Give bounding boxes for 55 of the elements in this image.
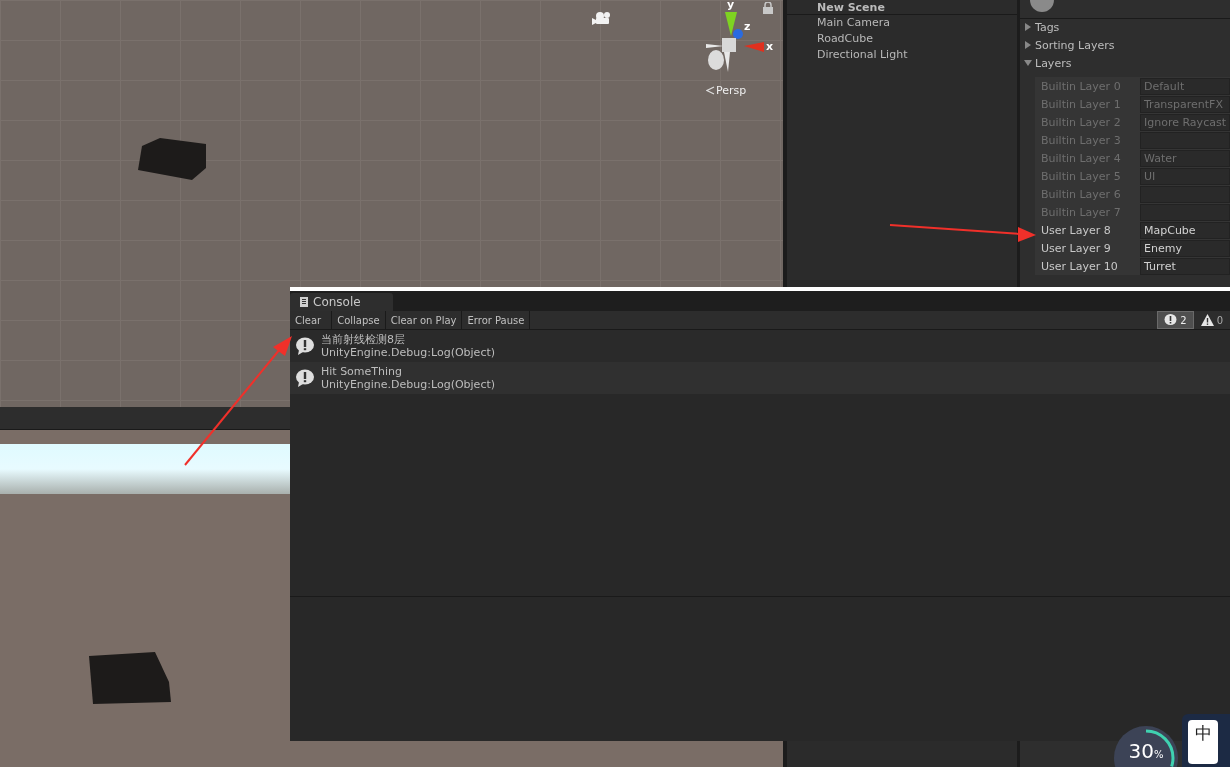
info-bubble-icon [296, 369, 314, 387]
layer-label: Builtin Layer 0 [1041, 79, 1122, 93]
foldout-header[interactable]: Tags [1020, 19, 1230, 37]
chevron-icon [706, 86, 715, 95]
collapsed-triangle-icon [1025, 23, 1031, 31]
log-filter-tab[interactable]: 2 [1157, 311, 1194, 329]
log-stack-trace: UnityEngine.Debug:Log(Object) [321, 378, 496, 391]
console-tab[interactable]: Console [290, 293, 393, 311]
lock-icon[interactable] [763, 2, 773, 14]
cube-drawing [138, 138, 206, 180]
layer-label: Builtin Layer 2 [1041, 115, 1122, 129]
log-filter-tab[interactable]: 0 [1193, 311, 1230, 329]
camera-icon [592, 12, 610, 25]
info-bubble-icon [296, 337, 314, 355]
hierarchy-item[interactable]: Directional Light [787, 47, 1017, 63]
progress-unit: % [1153, 749, 1164, 762]
log-stack-trace: UnityEngine.Debug:Log(Object) [321, 346, 496, 359]
layer-label: Builtin Layer 1 [1041, 97, 1122, 111]
hierarchy-item[interactable]: Main Camera [787, 15, 1017, 31]
layer-name-field[interactable]: Turret [1140, 257, 1230, 275]
layer-label: Builtin Layer 4 [1041, 151, 1122, 165]
log-entry[interactable]: Hit SomeThing UnityEngine.Debug:Log(Object) [290, 362, 1230, 394]
layer-name-field: Default [1140, 77, 1230, 95]
layer-name-field: Water [1140, 149, 1230, 167]
axis-gizmo-drawing[interactable] [706, 12, 764, 72]
warning-icon [1200, 314, 1214, 326]
layer-label: Builtin Layer 3 [1041, 133, 1122, 147]
axis-label: z [744, 20, 751, 33]
info-bubble-icon [1164, 314, 1177, 325]
ime-toggle[interactable]: 中 [1188, 720, 1218, 764]
layer-label: Builtin Layer 7 [1041, 205, 1122, 219]
projection-toggle[interactable]: Persp [706, 84, 747, 97]
layer-label: User Layer 9 [1041, 241, 1112, 255]
scene-title: New Scene [817, 1, 885, 14]
axis-label: y [727, 0, 735, 11]
foldout-header[interactable]: Sorting Layers [1020, 37, 1230, 55]
layer-label: User Layer 10 [1041, 259, 1119, 273]
expanded-triangle-icon [1024, 60, 1032, 66]
layer-name-field[interactable]: Enemy [1140, 239, 1230, 257]
axis-label: x [766, 40, 774, 53]
foldout-header[interactable]: Layers [1020, 55, 1230, 73]
collapsed-triangle-icon [1025, 41, 1031, 49]
layer-label: Builtin Layer 6 [1041, 187, 1122, 201]
document-icon [300, 297, 308, 307]
layer-name-field: Ignore Raycast [1140, 113, 1230, 131]
layer-name-field[interactable]: MapCube [1140, 221, 1230, 239]
hierarchy-item[interactable]: RoadCube [787, 31, 1017, 47]
progress-value: 30 [1128, 740, 1154, 765]
log-message: Hit SomeThing [321, 365, 404, 378]
layer-label: Builtin Layer 5 [1041, 169, 1122, 183]
tab-title: Console [313, 295, 361, 309]
layer-name-field: UI [1140, 167, 1230, 185]
log-message: 当前射线检测8层 [321, 333, 406, 346]
layer-label: User Layer 8 [1041, 223, 1112, 237]
layer-name-field: TransparentFX [1140, 95, 1230, 113]
